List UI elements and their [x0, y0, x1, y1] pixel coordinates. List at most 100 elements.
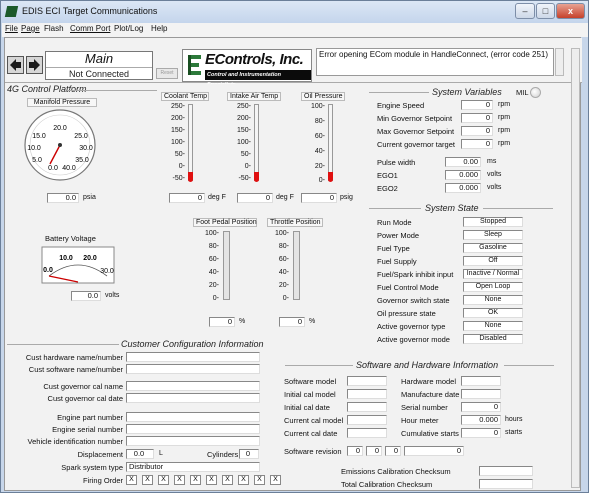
spark-system-value: Distributor [126, 462, 260, 472]
page-indicator: Main Not Connected [45, 51, 153, 80]
oil-pressure-gauge [328, 104, 333, 181]
state-label: Oil pressure state [377, 309, 436, 318]
foot-pedal-bar [223, 231, 230, 300]
intake-air-temp-title: Intake Air Temp [227, 92, 281, 101]
custcfg-label: Engine part number [57, 413, 123, 422]
displacement-unit: L [159, 450, 163, 457]
sysvar-label: EGO2 [377, 184, 398, 193]
displacement-value: 0.0 [126, 449, 154, 459]
firing-order-cell: X [190, 475, 201, 485]
fuel-spark-inhibit-value: Inactive / Normal [463, 269, 523, 279]
intake-tick: -50- [238, 175, 251, 182]
intake-tick: 50- [240, 151, 251, 158]
firing-order-fields: X X X X X X X X X X [126, 475, 296, 486]
custcfg-label: Engine serial number [52, 425, 123, 434]
initial-cal-model-value [347, 389, 387, 399]
intake-air-temp-value: 0 [237, 193, 273, 203]
coolant-tick: 250- [170, 103, 185, 110]
minimize-button[interactable]: – [515, 3, 535, 19]
menu-file[interactable]: File [5, 24, 18, 33]
battery-voltage-title: Battery Voltage [45, 234, 96, 243]
throttle-position-unit: % [309, 318, 316, 325]
sysvar-label: Min Governor Setpoint [377, 114, 453, 123]
emissions-checksum-value [479, 466, 533, 476]
pedal-tick: 40- [208, 269, 219, 276]
governor-switch-state-value: None [463, 295, 523, 305]
engine-part-number-field[interactable] [126, 412, 260, 422]
menu-help[interactable]: Help [151, 24, 167, 33]
cust-software-field[interactable] [126, 364, 260, 374]
displacement-label: Displacement [77, 450, 123, 459]
platform-title: 4G Control Platform [7, 84, 87, 94]
sysvar-label: Max Governor Setpoint [377, 127, 455, 136]
sysvar-label: EGO1 [377, 171, 398, 180]
cust-hardware-field[interactable] [126, 352, 260, 362]
manifold-pressure-dial: 20.0 15.0 25.0 10.0 30.0 5.0 35.0 0.0 40… [24, 109, 96, 181]
reset-button[interactable]: Reset [156, 68, 178, 79]
oil-tick: 60- [314, 133, 325, 140]
coolant-thermometer [188, 104, 193, 181]
dial-label: 20.0 [53, 125, 67, 132]
foot-pedal-title: Foot Pedal Position [193, 218, 257, 227]
back-button[interactable] [7, 56, 24, 74]
menu-bar: File Page Flash Comm Port Plot/Log Help [2, 23, 588, 37]
software-revision-label: Software revision [284, 447, 342, 456]
firing-order-cell: X [158, 475, 169, 485]
cust-governor-cal-name-field[interactable] [126, 381, 260, 391]
state-label: Power Mode [377, 231, 420, 240]
software-revision-field: 0 [347, 446, 363, 456]
cust-governor-cal-date-field[interactable] [126, 393, 260, 403]
oil-pressure-title: Oil Pressure [301, 92, 345, 101]
throttle-tick: 20- [278, 282, 289, 289]
divider [504, 365, 554, 366]
menu-file-label: File [5, 24, 18, 33]
foot-pedal-unit: % [239, 318, 246, 325]
forward-button[interactable] [26, 56, 43, 74]
coolant-tick: 150- [170, 127, 185, 134]
swhw-label: Manufacture date [401, 390, 460, 399]
menu-page-label: Page [21, 24, 40, 33]
cumulative-starts-value: 0 [461, 428, 501, 438]
sysvar-unit: rpm [498, 101, 511, 108]
oil-pressure-state-value: OK [463, 308, 523, 318]
custcfg-label: Cust governor cal date [47, 394, 123, 403]
software-revision-field: 0 [366, 446, 382, 456]
menu-page[interactable]: Page [21, 24, 40, 33]
menu-flash-label: Flash [44, 24, 64, 33]
fuel-type-value: Gasoline [463, 243, 523, 253]
manifold-pressure-unit: psia [83, 194, 96, 201]
error-scrollbar[interactable] [555, 48, 564, 76]
page-name: Main [84, 51, 114, 66]
main-client-area: Main Not Connected Reset EControls, Inc.… [4, 37, 582, 491]
initial-cal-date-value [347, 402, 387, 412]
engine-serial-number-field[interactable] [126, 424, 260, 434]
page-scrollbar[interactable] [571, 48, 580, 488]
oil-tick: 0- [318, 177, 325, 184]
coolant-temp-value: 0 [169, 193, 205, 203]
state-label: Fuel Supply [377, 257, 417, 266]
sysvar-unit: rpm [498, 127, 511, 134]
max-governor-setpoint-value: 0 [461, 126, 493, 136]
menu-comm-port[interactable]: Comm Port [70, 24, 110, 33]
run-mode-value: Stopped [463, 217, 523, 227]
sysvar-unit: rpm [498, 140, 511, 147]
ego1-value: 0.000 [445, 170, 481, 180]
menu-flash[interactable]: Flash [44, 24, 64, 33]
window-title: EDIS ECI Target Communications [22, 6, 158, 16]
error-message: Error opening ECom module in HandleConne… [316, 48, 554, 76]
state-label: Active governor mode [377, 335, 450, 344]
custcfg-label: Cust hardware name/number [25, 353, 123, 362]
coolant-tick: 0- [178, 163, 185, 170]
manufacture-date-value [461, 389, 501, 399]
close-button[interactable]: x [556, 3, 585, 19]
software-model-value [347, 376, 387, 386]
vin-field[interactable] [126, 436, 260, 446]
active-governor-mode-value: Disabled [463, 334, 523, 344]
mil-label: MIL [516, 88, 529, 97]
intake-thermometer [254, 104, 259, 181]
swhw-label: Hardware model [401, 377, 457, 386]
cylinders-label: Cylinders [207, 450, 239, 459]
maximize-button[interactable]: □ [536, 3, 555, 19]
menu-plot-log[interactable]: Plot/Log [114, 24, 143, 33]
emissions-checksum-label: Emissions Calibration Checksum [341, 467, 451, 476]
